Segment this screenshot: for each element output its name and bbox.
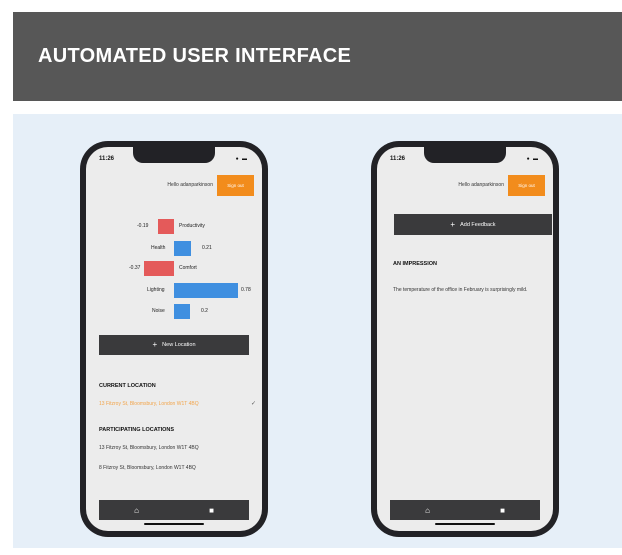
bar-label: Lighting — [147, 287, 165, 293]
metric-bar — [143, 261, 174, 276]
plus-icon: + — [152, 340, 158, 349]
status-time: 11:26 — [99, 156, 115, 162]
metric-bar — [174, 283, 238, 298]
status-time: 11:26 — [390, 156, 406, 162]
bar-value: 0.21 — [202, 245, 212, 251]
bar-value: -0.37 — [129, 265, 141, 271]
home-indicator — [144, 523, 204, 525]
bar-label: Noise — [152, 308, 165, 314]
home-indicator — [435, 523, 495, 525]
bar-value: 0.78 — [241, 287, 251, 293]
phone-notch — [133, 147, 215, 163]
checkmark-icon: ✓ — [251, 401, 257, 407]
bar-label: Productivity — [179, 223, 205, 229]
page: AUTOMATED USER INTERFACE 11:26 ● ▬ Hello… — [0, 0, 622, 555]
new-location-label: New Location — [162, 342, 196, 348]
participating-locations-heading: PARTICIPATING LOCATIONS — [99, 427, 175, 433]
current-location-heading: CURRENT LOCATION — [99, 383, 156, 389]
location-item[interactable]: 13 Fitzroy St, Bloomsbury, London W1T 4B… — [99, 445, 199, 451]
tab-bar: ⌂ ■ — [390, 500, 540, 520]
metric-bar — [174, 241, 192, 256]
greeting-text: Hello adanparkinson — [167, 182, 213, 188]
phone-mockup-feedback: 11:26 ● ▬ Hello adanparkinson Sign out +… — [371, 141, 559, 537]
home-icon[interactable]: ⌂ — [425, 506, 430, 515]
metrics-chart: -0.19 Productivity Health 0.21 -0.37 Com… — [86, 212, 262, 322]
feedback-icon[interactable]: ■ — [500, 506, 505, 515]
bar-value: -0.19 — [137, 223, 149, 229]
status-icons: ● ▬ — [526, 156, 539, 162]
logout-button[interactable]: Sign out — [217, 175, 254, 196]
feedback-icon[interactable]: ■ — [209, 506, 214, 515]
greeting-text: Hello adanparkinson — [458, 182, 504, 188]
phone-screen: 11:26 ● ▬ Hello adanparkinson Sign out -… — [86, 147, 262, 531]
location-item[interactable]: 8 Fitzroy St, Bloomsbury, London W1T 4BQ — [99, 465, 196, 471]
impression-text: The temperature of the office in Februar… — [393, 287, 528, 293]
impression-heading: AN IMPRESSION — [393, 261, 438, 267]
metric-bar — [174, 304, 191, 319]
plus-icon: + — [450, 219, 456, 229]
bar-value: 0.2 — [201, 308, 208, 314]
add-feedback-button[interactable]: + Add Feedback — [394, 214, 552, 235]
bar-label: Comfort — [179, 265, 197, 271]
current-location-item[interactable]: 13 Fitzroy St, Bloomsbury, London W1T 4B… — [99, 401, 199, 407]
home-icon[interactable]: ⌂ — [134, 506, 139, 515]
tab-bar: ⌂ ■ — [99, 500, 249, 520]
status-icons: ● ▬ — [235, 156, 248, 162]
logout-button[interactable]: Sign out — [508, 175, 545, 196]
phone-screen: 11:26 ● ▬ Hello adanparkinson Sign out +… — [377, 147, 553, 531]
header-banner: AUTOMATED USER INTERFACE — [13, 12, 622, 101]
page-title: AUTOMATED USER INTERFACE — [38, 45, 352, 67]
add-feedback-label: Add Feedback — [460, 221, 496, 228]
metric-bar — [158, 219, 174, 234]
new-location-button[interactable]: + New Location — [99, 335, 249, 355]
phone-mockup-dashboard: 11:26 ● ▬ Hello adanparkinson Sign out -… — [80, 141, 268, 537]
phone-notch — [424, 147, 506, 163]
bar-label: Health — [151, 245, 166, 251]
